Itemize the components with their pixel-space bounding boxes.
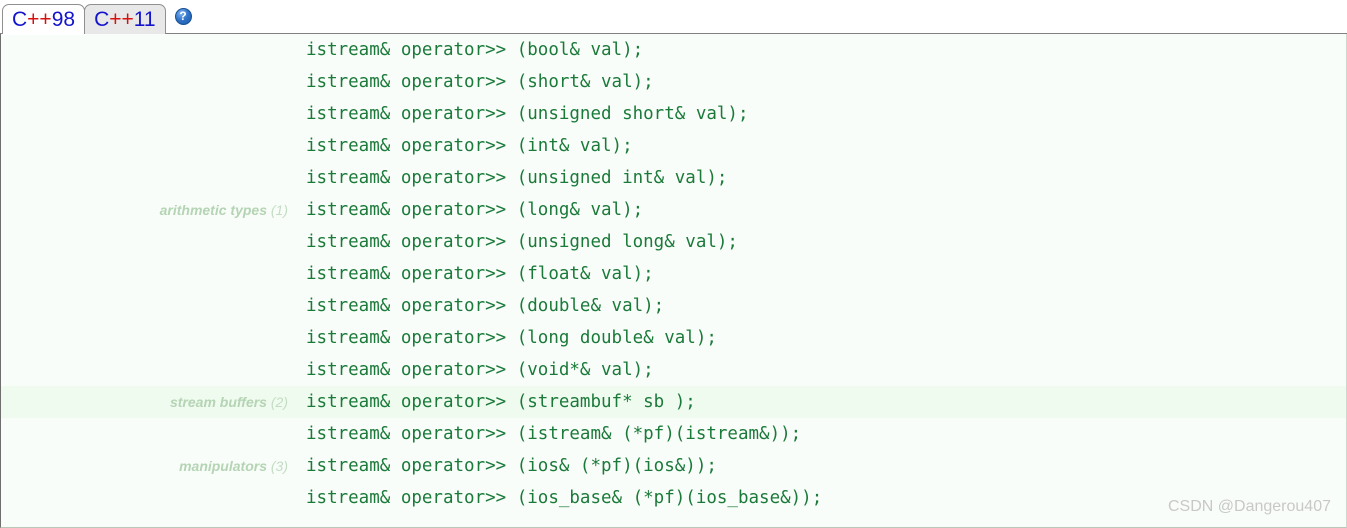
signature-code: istream& operator>> (short& val); (306, 72, 654, 92)
signature-row: manipulators (3) istream& operator>> (ios… (1, 450, 1346, 482)
signature-row: istream& operator>> (short& val); (1, 66, 1346, 98)
signature-overload-table-page: C ++ 98 C ++ 11 ? istream& operator>> (bool&… (0, 0, 1347, 528)
signature-group-number: (2) (270, 394, 288, 410)
tab-cpp11-plus: ++ (109, 8, 134, 31)
signature-row: istream& operator>> (double& val); (1, 290, 1346, 322)
signature-code: istream& operator>> (streambuf* sb ); (306, 392, 696, 412)
help-circle-icon[interactable]: ? (174, 7, 192, 25)
signature-row: istream& operator>> (ios_base& (*pf)(ios… (1, 482, 1346, 514)
signature-row: istream& operator>> (int& val); (1, 130, 1346, 162)
signature-row: istream& operator>> (istream& (*pf)(istr… (1, 418, 1346, 450)
signature-group-label: arithmetic types (1) (1, 202, 288, 218)
signature-row: istream& operator>> (bool& val); (1, 34, 1346, 66)
signature-code: istream& operator>> (int& val); (306, 136, 633, 156)
signature-code: istream& operator>> (unsigned long& val)… (306, 232, 738, 252)
signature-group-number: (3) (270, 458, 288, 474)
signature-code: istream& operator>> (unsigned short& val… (306, 104, 749, 124)
signature-code: istream& operator>> (long& val); (306, 200, 644, 220)
signature-code: istream& operator>> (float& val); (306, 264, 654, 284)
signature-code: istream& operator>> (unsigned int& val); (306, 168, 728, 188)
signature-group-label-text: stream buffers (169, 394, 267, 410)
signature-code: istream& operator>> (long double& val); (306, 328, 717, 348)
signature-code: istream& operator>> (bool& val); (306, 40, 644, 60)
signature-group-label: stream buffers (2) (1, 394, 288, 410)
signature-row: stream buffers (2) istream& operator>> (s… (1, 386, 1346, 418)
tab-cpp11[interactable]: C ++ 11 (84, 4, 166, 34)
tab-cpp11-suffix: 11 (133, 8, 156, 31)
tab-cpp98-prefix: C (12, 8, 28, 31)
signature-code: istream& operator>> (ios& (*pf)(ios&)); (306, 456, 717, 476)
signature-row: istream& operator>> (float& val); (1, 258, 1346, 290)
signature-group-label-text: arithmetic types (159, 202, 267, 218)
signature-row: istream& operator>> (void*& val); (1, 354, 1346, 386)
tab-cpp98-suffix: 98 (51, 8, 76, 31)
signature-row: istream& operator>> (long double& val); (1, 322, 1346, 354)
overload-signature-table: istream& operator>> (bool& val); istream&… (0, 34, 1347, 528)
signature-row: istream& operator>> (unsigned int& val); (1, 162, 1346, 194)
signature-code: istream& operator>> (double& val); (306, 296, 665, 316)
tab-cpp98[interactable]: C ++ 98 (2, 4, 86, 34)
signature-group-label: manipulators (3) (1, 458, 288, 474)
tab-cpp11-prefix: C (94, 8, 110, 31)
signature-row: istream& operator>> (unsigned long& val)… (1, 226, 1346, 258)
csdn-watermark: CSDN @Dangerou407 (1168, 498, 1331, 515)
signature-code: istream& operator>> (void*& val); (306, 360, 654, 380)
signature-code: istream& operator>> (istream& (*pf)(istr… (306, 424, 802, 444)
signature-row: arithmetic types (1) istream& operator>> … (1, 194, 1346, 226)
tab-cpp98-plus: ++ (27, 8, 52, 31)
signature-group-label-text: manipulators (179, 458, 267, 474)
standard-version-tabbar: C ++ 98 C ++ 11 ? (0, 0, 1347, 34)
signature-group-number: (1) (270, 202, 288, 218)
signature-row: istream& operator>> (unsigned short& val… (1, 98, 1346, 130)
help-icon-wrapper: ? (165, 1, 192, 34)
